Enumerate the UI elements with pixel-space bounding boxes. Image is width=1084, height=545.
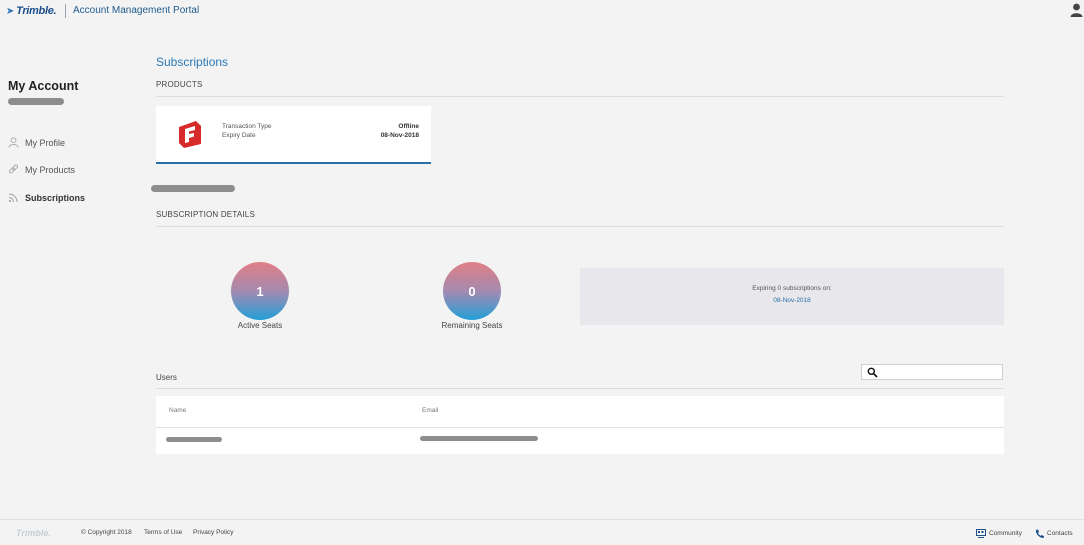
contacts-label: Contacts [1047, 530, 1073, 537]
trimble-logo[interactable]: ➤ Trimble. [6, 5, 57, 17]
product-card-labels: Transaction Type Expiry Date [222, 122, 272, 140]
user-search-input[interactable] [861, 364, 1003, 380]
search-icon [867, 367, 878, 378]
subscription-details-label: SUBSCRIPTION DETAILS [156, 210, 255, 219]
phone-icon [1035, 529, 1044, 538]
footer-trimble-logo[interactable]: Trimble. [16, 528, 51, 538]
community-label: Community [989, 530, 1022, 537]
active-seats-count: 1 [256, 283, 264, 299]
redacted-user-email [420, 436, 538, 441]
sidebar-item-label: Subscriptions [25, 192, 86, 203]
footer-copyright: © Copyright 2018 [81, 529, 132, 536]
product-card[interactable]: Transaction Type Expiry Date Offline 08-… [156, 106, 431, 164]
page-title: Subscriptions [156, 55, 229, 69]
sidebar-item-subscriptions[interactable]: Subscriptions [8, 192, 85, 203]
footer-terms-link[interactable]: Terms of Use [144, 529, 182, 536]
divider [156, 226, 1004, 227]
sketchup-logo-icon [179, 121, 201, 148]
expiring-date: 08-Nov-2018 [773, 297, 811, 304]
link-icon [8, 164, 19, 174]
footer-contacts-link[interactable]: Contacts [1035, 529, 1073, 538]
divider [156, 388, 1004, 389]
sidebar-item-my-products[interactable]: My Products [8, 164, 75, 175]
footer-community-link[interactable]: Community [976, 529, 1022, 538]
portal-title: Account Management Portal [73, 5, 200, 16]
transaction-type-label: Transaction Type [222, 123, 272, 130]
sidebar-item-label: My Profile [25, 137, 66, 148]
redacted-username [8, 98, 64, 105]
person-icon [8, 137, 19, 148]
brand-name: Trimble. [16, 5, 57, 17]
redacted-user-name [166, 437, 222, 442]
trimble-logo-icon: ➤ [6, 5, 15, 17]
remaining-seats-label: Remaining Seats [441, 321, 503, 330]
redacted-product-name [151, 185, 235, 192]
my-account-heading: My Account [8, 79, 79, 93]
product-card-values: Offline 08-Nov-2018 [381, 122, 419, 140]
column-header-name[interactable]: Name [169, 407, 186, 414]
footer-privacy-link[interactable]: Privacy Policy [193, 529, 233, 536]
community-icon [976, 529, 986, 538]
footer-divider [0, 519, 1084, 520]
sidebar-item-label: My Products [25, 164, 76, 175]
remaining-seats-count: 0 [468, 283, 476, 299]
expiring-text: Expiring 0 subscriptions on: [752, 285, 832, 292]
header-divider [65, 4, 66, 18]
remaining-seats-circle: 0 [443, 262, 501, 320]
column-header-email[interactable]: Email [422, 407, 438, 414]
expiring-panel: Expiring 0 subscriptions on: 08-Nov-2018 [580, 268, 1004, 325]
users-table: Name Email [156, 396, 1004, 454]
table-row[interactable] [156, 427, 1004, 455]
active-seats-label: Active Seats [237, 321, 283, 330]
user-account-icon[interactable] [1070, 3, 1083, 17]
active-seats-circle: 1 [231, 262, 289, 320]
transaction-type-value: Offline [398, 123, 419, 130]
rss-icon [8, 193, 18, 203]
sidebar-item-my-profile[interactable]: My Profile [8, 137, 65, 148]
divider [156, 96, 1004, 97]
expiry-date-label: Expiry Date [222, 132, 256, 139]
users-section-label: Users [156, 373, 177, 382]
products-section-label: PRODUCTS [156, 80, 203, 89]
expiry-date-value: 08-Nov-2018 [380, 132, 419, 139]
